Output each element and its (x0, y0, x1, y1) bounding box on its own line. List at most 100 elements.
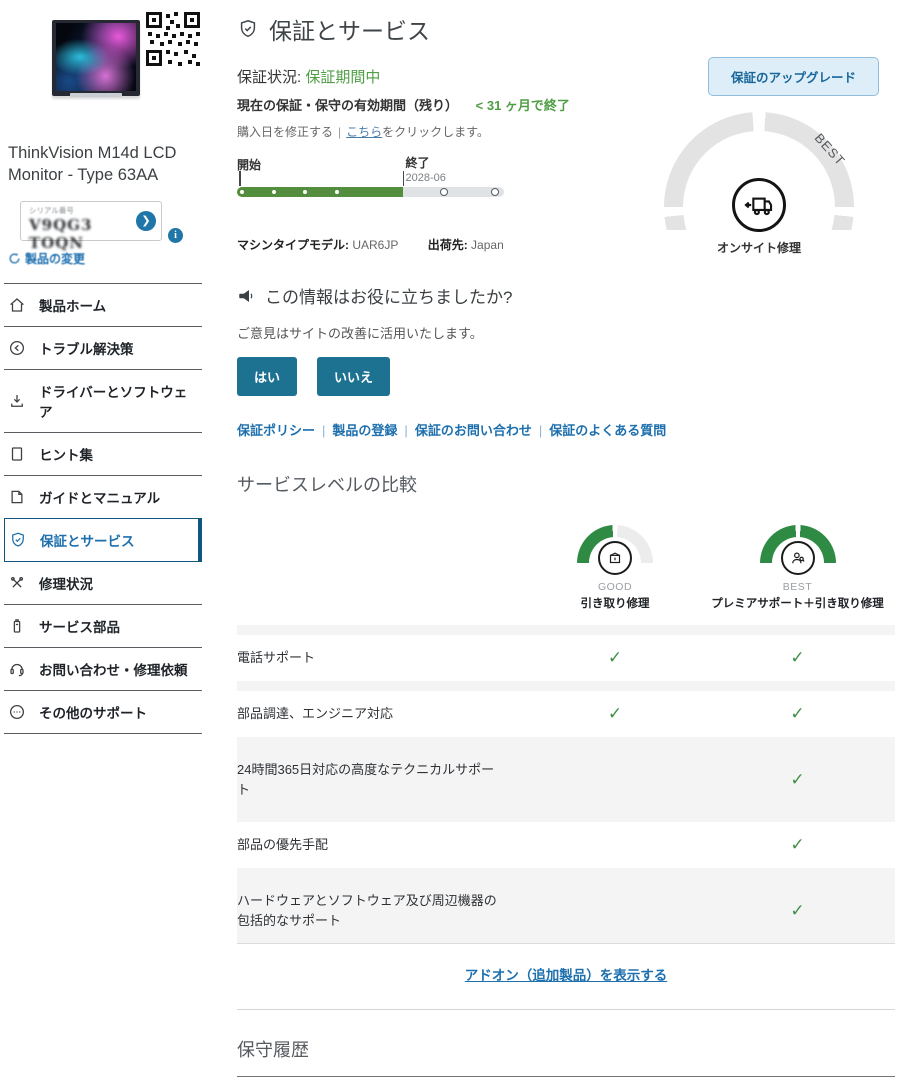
timeline-dot (240, 190, 244, 194)
plan-column-best: BEST プレミアサポート＋引き取り修理 (700, 525, 895, 611)
manuals-icon (8, 488, 26, 506)
timeline-future-point (491, 188, 499, 196)
sidebar-item-label: トラブル解決策 (39, 338, 134, 358)
sidebar-item-product-home[interactable]: 製品ホーム (4, 283, 202, 326)
shield-check-icon (237, 18, 259, 40)
timeline-bar (237, 187, 504, 197)
warranty-period-label: 現在の保証・保守の有効期間（残り） (237, 98, 458, 113)
serial-number-box[interactable]: シリアル番号 V9QG3 TOQN ❯ (20, 201, 162, 241)
product-image-screen (56, 23, 136, 91)
plan-level-label: BEST (700, 581, 895, 593)
comparison-header: GOOD 引き取り修理 BEST プレミアサポート＋引き取り修理 (237, 525, 895, 611)
sidebar-item-label: 保証とサービス (40, 530, 135, 550)
timeline-dot (335, 190, 339, 194)
timeline-start-label: 開始 (237, 156, 261, 173)
download-icon (8, 392, 26, 410)
sidebar-item-label: ドライバーとソフトウェア (39, 381, 198, 421)
best-check: ✓ (700, 770, 895, 790)
product-name: ThinkVision M14d LCD Monitor - Type 63AA (8, 142, 202, 187)
separator: | (322, 423, 325, 438)
separator: | (539, 423, 542, 438)
sidebar-item-drivers-software[interactable]: ドライバーとソフトウェア (4, 369, 202, 432)
comparison-row: 部品の優先手配 ✓ (237, 822, 895, 868)
feedback-yes-button[interactable]: はい (237, 357, 297, 396)
change-product-label: 製品の変更 (25, 250, 85, 267)
sidebar-item-label: ヒント集 (39, 444, 93, 464)
plan-name-label: 引き取り修理 (530, 595, 700, 611)
sidebar-item-service-parts[interactable]: サービス部品 (4, 604, 202, 647)
machine-type-label: マシンタイプモデル: (237, 238, 349, 252)
sidebar-item-label: その他のサポート (39, 702, 147, 722)
best-check: ✓ (700, 704, 895, 724)
ship-to-label: 出荷先: (428, 238, 468, 252)
onsite-truck-icon (732, 178, 786, 232)
carry-in-icon (598, 541, 632, 575)
separator: | (338, 125, 341, 139)
sidebar-menu: 製品ホーム トラブル解決策 ドライバーとソフトウェア ヒント集 ガイドとマニュア… (4, 283, 202, 734)
warranty-link[interactable]: 保証のよくある質問 (549, 423, 666, 438)
timeline-tick-end (403, 171, 405, 186)
sidebar-item-troubleshooting[interactable]: トラブル解決策 (4, 326, 202, 369)
warranty-status-label: 保証状況: (237, 69, 301, 86)
serial-number-value: V9QG3 TOQN (29, 216, 135, 252)
timeline-end-label: 終了 2028-06 (406, 154, 446, 184)
info-icon[interactable]: i (168, 228, 183, 243)
plan-column-good: GOOD 引き取り修理 (530, 525, 700, 611)
premier-support-icon (781, 541, 815, 575)
other-support-icon (8, 703, 26, 721)
comparison-row: ハードウェアとソフトウェア及び周辺機器の包括的なサポート ✓ (237, 878, 895, 943)
sidebar-item-other-support[interactable]: その他のサポート (4, 690, 202, 734)
feedback-no-button[interactable]: いいえ (317, 357, 390, 396)
product-image (52, 20, 140, 96)
plan-level-label: GOOD (530, 581, 700, 593)
warranty-link[interactable]: 保証ポリシー (237, 423, 315, 438)
history-divider (237, 1076, 895, 1077)
sidebar-item-label: 修理状況 (39, 573, 93, 593)
show-addons-link[interactable]: アドオン（追加製品）を表示する (465, 968, 668, 983)
serial-go-button[interactable]: ❯ (136, 211, 156, 231)
qr-code (144, 10, 202, 68)
sidebar-item-warranty-services[interactable]: 保証とサービス (4, 518, 202, 562)
megaphone-icon (237, 287, 255, 305)
comparison-header-spacer (237, 525, 530, 611)
troubleshooting-icon (8, 339, 26, 357)
serial-number-label: シリアル番号 (29, 205, 135, 216)
plan-name-label: プレミアサポート＋引き取り修理 (700, 595, 895, 611)
sidebar-item-contact-repair[interactable]: お問い合わせ・修理依頼 (4, 647, 202, 690)
main-content: 保証とサービス 保証状況: 保証期間中 現在の保証・保守の有効期間（残り） < … (237, 0, 895, 1080)
purchase-here-link[interactable]: こちら (346, 125, 382, 139)
best-check: ✓ (700, 648, 895, 668)
headset-icon (8, 660, 26, 678)
change-product-link[interactable]: 製品の変更 (8, 250, 202, 267)
hints-icon (8, 445, 26, 463)
purchase-fix-label: 購入日を修正する (237, 125, 333, 139)
swap-icon (8, 252, 21, 265)
warranty-links-row: 保証ポリシー|製品の登録|保証のお問い合わせ|保証のよくある質問 (237, 420, 895, 439)
current-plan-gauge: BEST オンサイト修理 (659, 112, 859, 230)
sidebar-item-repair-status[interactable]: 修理状況 (4, 562, 202, 604)
warranty-upgrade-button[interactable]: 保証のアップグレード (708, 57, 879, 96)
warranty-timeline: 開始 終了 2028-06 (237, 156, 504, 202)
addon-link-row: アドオン（追加製品）を表示する (237, 964, 895, 985)
feedback-buttons: はい いいえ (237, 357, 895, 396)
ship-to-value: Japan (471, 238, 504, 252)
machine-type-value: UAR6JP (352, 238, 398, 252)
sidebar-item-label: サービス部品 (39, 616, 120, 636)
warranty-services-page: ThinkVision M14d LCD Monitor - Type 63AA… (0, 0, 910, 1080)
good-check: ✓ (530, 648, 700, 668)
sidebar-item-label: ガイドとマニュアル (39, 487, 160, 507)
product-image-stand (70, 93, 123, 97)
warranty-link[interactable]: 製品の登録 (332, 423, 397, 438)
sidebar-item-label: お問い合わせ・修理依頼 (39, 659, 188, 679)
best-check: ✓ (700, 835, 895, 855)
comparison-row: 24時間365日対応の高度なテクニカルサポート ✓ (237, 747, 895, 812)
warranty-link[interactable]: 保証のお問い合わせ (415, 423, 532, 438)
home-icon (8, 296, 26, 314)
sidebar-item-guides-manuals[interactable]: ガイドとマニュアル (4, 475, 202, 518)
comparison-table: 電話サポート ✓ ✓ 部品調達、エンジニア対応 ✓ ✓ 24時間365日対応の高… (237, 625, 895, 944)
sidebar-item-tips[interactable]: ヒント集 (4, 432, 202, 475)
page-title: 保証とサービス (237, 12, 895, 46)
comparison-row: 電話サポート ✓ ✓ (237, 635, 895, 681)
feedback-question: この情報はお役に立ちましたか? (237, 283, 895, 308)
comparison-row: 部品調達、エンジニア対応 ✓ ✓ (237, 691, 895, 737)
